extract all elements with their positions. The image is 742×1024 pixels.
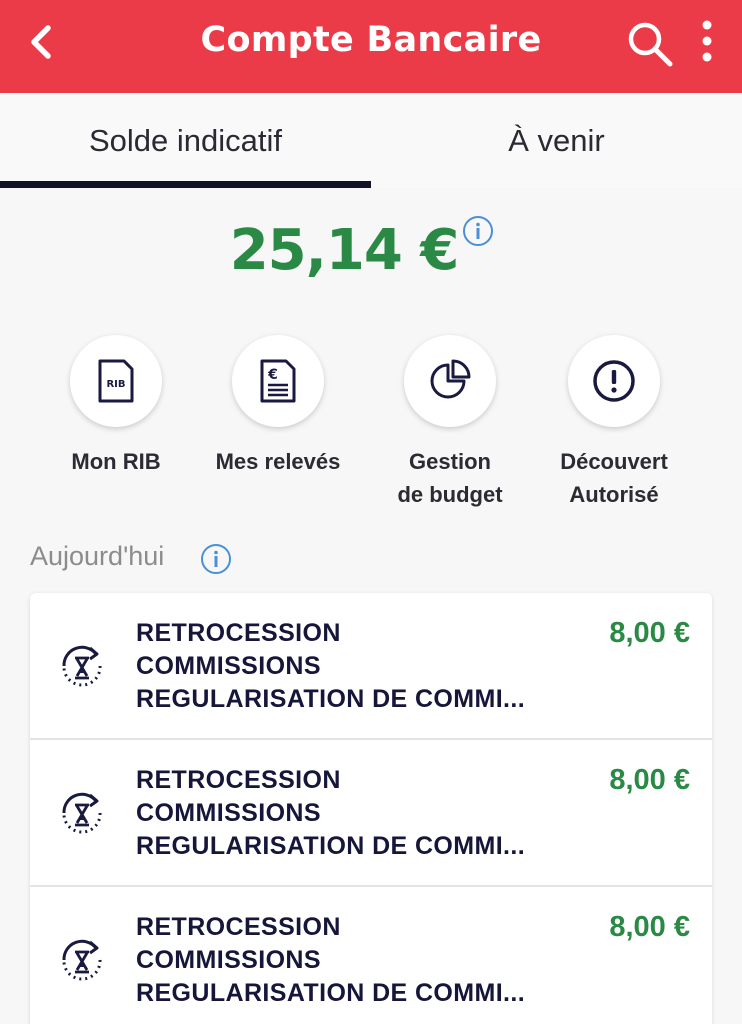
transaction-amount: 8,00 € (609, 617, 690, 649)
transaction-line2: COMMISSIONS (136, 799, 321, 827)
more-vertical-icon[interactable] (692, 18, 722, 66)
transaction-line1: RETROCESSION (136, 619, 341, 647)
transaction-amount: 8,00 € (609, 764, 690, 796)
action-label-line2: de budget (397, 482, 503, 507)
transaction-line3: REGULARISATION DE COMMI... (136, 832, 526, 860)
action-decouvert-autorise[interactable]: Découvert Autorisé (529, 335, 699, 511)
transaction-line1: RETROCESSION (136, 766, 341, 794)
action-circle[interactable] (568, 335, 660, 427)
tab-a-venir[interactable]: À venir (371, 123, 742, 159)
pending-hourglass-icon (62, 939, 102, 981)
action-label: Mon RIB (71, 449, 161, 474)
transaction-line2: COMMISSIONS (136, 652, 321, 680)
tab-solde-indicatif[interactable]: Solde indicatif (0, 123, 371, 159)
action-label-line2: Autorisé (569, 482, 659, 507)
action-label: Gestion (409, 449, 491, 474)
exclamation-circle-icon (593, 360, 635, 402)
app-bar: Compte Bancaire (0, 0, 742, 93)
active-tab-indicator (0, 181, 371, 188)
list-item[interactable]: RETROCESSION COMMISSIONS REGULARISATION … (30, 887, 712, 1024)
svg-text:RIB: RIB (106, 379, 125, 390)
rib-card-icon: RIB (98, 359, 134, 403)
balance-amount: 25,14 € (229, 218, 460, 283)
transaction-line3: REGULARISATION DE COMMI... (136, 979, 526, 1007)
transaction-amount: 8,00 € (609, 911, 690, 943)
action-mon-rib[interactable]: RIB Mon RIB (31, 335, 201, 478)
pie-chart-icon (430, 359, 471, 399)
transaction-line3: REGULARISATION DE COMMI... (136, 685, 526, 713)
action-circle[interactable]: RIB (70, 335, 162, 427)
info-icon[interactable] (200, 543, 232, 575)
search-icon[interactable] (626, 20, 674, 68)
action-circle[interactable]: € (232, 335, 324, 427)
transaction-line2: COMMISSIONS (136, 946, 321, 974)
list-item[interactable]: RETROCESSION COMMISSIONS REGULARISATION … (30, 740, 712, 887)
tab-bar: Solde indicatif À venir (0, 93, 742, 188)
pending-hourglass-icon (62, 792, 102, 834)
svg-text:€: € (267, 367, 278, 383)
section-title: Aujourd'hui (30, 541, 165, 571)
pending-hourglass-icon (62, 645, 102, 687)
transaction-list: RETROCESSION COMMISSIONS REGULARISATION … (30, 593, 712, 1024)
action-mes-releves[interactable]: € Mes relevés (193, 335, 363, 478)
list-item[interactable]: RETROCESSION COMMISSIONS REGULARISATION … (30, 593, 712, 740)
euro-document-icon: € (260, 359, 296, 403)
action-label: Mes relevés (215, 449, 341, 474)
info-icon[interactable] (462, 215, 494, 247)
action-label: Découvert (560, 449, 668, 474)
transaction-line1: RETROCESSION (136, 913, 341, 941)
action-circle[interactable] (404, 335, 496, 427)
action-gestion-budget[interactable]: Gestion de budget (365, 335, 535, 511)
